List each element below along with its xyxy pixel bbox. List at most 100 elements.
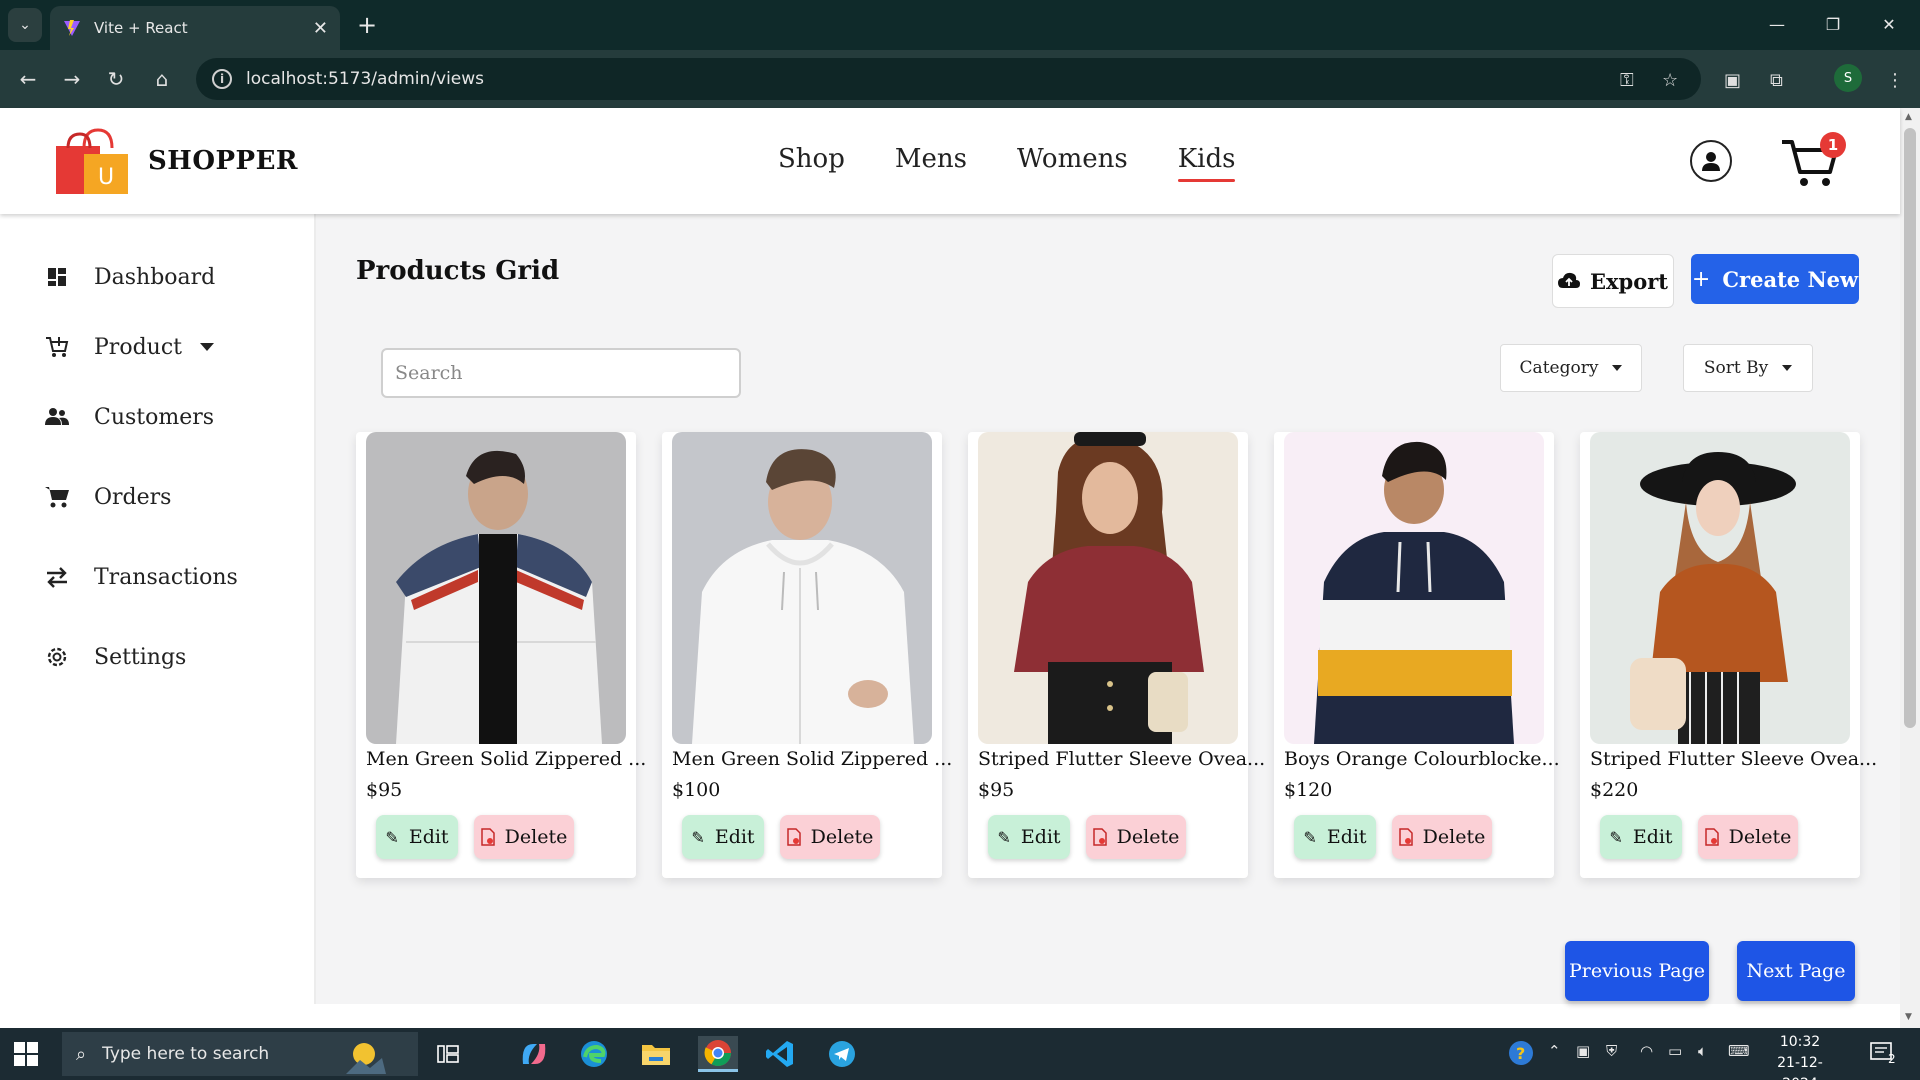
help-icon[interactable]: ? — [1508, 1040, 1534, 1070]
product-name: Men Green Solid Zippered ... — [366, 748, 647, 770]
tab-close-icon[interactable]: ✕ — [313, 18, 328, 39]
windows-start-icon[interactable] — [14, 1042, 38, 1066]
category-label: Category — [1519, 358, 1599, 378]
svg-text:?: ? — [1516, 1044, 1525, 1063]
product-image[interactable] — [1284, 432, 1544, 744]
edit-button[interactable]: ✎ Edit — [376, 815, 458, 859]
next-page-button[interactable]: Next Page — [1737, 941, 1855, 1001]
shopper-logo-icon[interactable]: U — [54, 126, 130, 196]
product-image[interactable] — [1590, 432, 1850, 744]
nav-kids[interactable]: Kids — [1177, 144, 1235, 182]
site-info-icon[interactable]: i — [212, 69, 232, 89]
sort-by-select[interactable]: Sort By — [1683, 344, 1813, 392]
scrollbar-thumb[interactable] — [1904, 128, 1916, 728]
delete-button[interactable]: Delete — [780, 815, 880, 859]
tab-search-dropdown-icon[interactable]: ⌄ — [8, 8, 42, 42]
create-new-button[interactable]: + Create New — [1691, 254, 1859, 304]
product-image[interactable] — [366, 432, 626, 744]
edge-browser-icon[interactable] — [574, 1036, 614, 1072]
sidebar-item-dashboard[interactable]: Dashboard — [42, 262, 215, 292]
keyboard-icon[interactable]: ⌨ — [1728, 1042, 1750, 1060]
sidebar: Dashboard Product Customers Orders Trans… — [0, 214, 316, 1004]
reload-icon[interactable]: ↻ — [100, 63, 132, 95]
product-image[interactable] — [978, 432, 1238, 744]
restore-icon[interactable]: ❐ — [1810, 8, 1856, 40]
delete-label: Delete — [1422, 826, 1486, 848]
product-card: Men Green Solid Zippered ... $95 ✎ Edit … — [356, 432, 647, 878]
edit-label: Edit — [714, 826, 755, 848]
taskbar-clock[interactable]: 10:32 21-12-2024 — [1760, 1032, 1840, 1080]
telegram-icon[interactable] — [822, 1036, 862, 1072]
close-window-icon[interactable]: ✕ — [1866, 8, 1912, 40]
bookmark-star-icon[interactable]: ☆ — [1662, 70, 1678, 91]
vscode-icon[interactable] — [760, 1036, 800, 1072]
sidebar-item-settings[interactable]: Settings — [42, 642, 186, 672]
chrome-icon[interactable] — [698, 1036, 738, 1072]
new-tab-icon[interactable]: + — [352, 10, 382, 40]
file-explorer-icon[interactable] — [636, 1036, 676, 1072]
device-icon[interactable]: ▣ — [1576, 1042, 1590, 1060]
brand-name[interactable]: SHOPPER — [148, 146, 298, 176]
cart-button[interactable]: 1 — [1780, 132, 1846, 190]
cart-count-badge: 1 — [1820, 132, 1846, 158]
delete-button[interactable]: Delete — [1086, 815, 1186, 859]
delete-button[interactable]: Delete — [474, 815, 574, 859]
chevron-down-icon[interactable] — [199, 343, 214, 351]
task-view-icon[interactable] — [428, 1036, 468, 1072]
wifi-icon[interactable]: ◠ — [1640, 1042, 1653, 1060]
forward-icon[interactable]: → — [56, 63, 88, 95]
address-bar[interactable]: i localhost:5173/admin/views — [196, 58, 1701, 100]
notification-center-icon[interactable]: 2 — [1870, 1042, 1896, 1066]
users-icon — [42, 402, 72, 432]
delete-button[interactable]: Delete — [1698, 815, 1798, 859]
previous-page-button[interactable]: Previous Page — [1565, 941, 1709, 1001]
sidebar-item-label: Transactions — [94, 564, 238, 590]
sidebar-item-customers[interactable]: Customers — [42, 402, 214, 432]
delete-file-icon — [1398, 828, 1413, 846]
security-shield-icon[interactable]: ⛨ — [1606, 1042, 1617, 1060]
taskbar-search[interactable]: ⌕ Type here to search — [62, 1032, 418, 1076]
product-card: Boys Orange Colourblocke... $120 ✎ Edit … — [1274, 432, 1560, 878]
extension-tile-icon[interactable]: ▣ — [1724, 70, 1741, 91]
sidebar-item-label: Settings — [94, 644, 187, 670]
product-image[interactable] — [672, 432, 932, 744]
edit-button[interactable]: ✎ Edit — [682, 815, 764, 859]
edit-button[interactable]: ✎ Edit — [1600, 815, 1682, 859]
windows-taskbar: ⌕ Type here to search ? ⌃ ▣ ⛨ ◠ ▭ 🔈︎ ⌨ 1… — [0, 1028, 1920, 1080]
export-button[interactable]: Export — [1552, 254, 1674, 308]
delete-button[interactable]: Delete — [1392, 815, 1492, 859]
sidebar-item-label: Orders — [94, 484, 172, 510]
search-input[interactable] — [381, 348, 741, 398]
edit-label: Edit — [1326, 826, 1367, 848]
volume-icon[interactable]: 🔈︎ — [1698, 1042, 1707, 1060]
nav-shop[interactable]: Shop — [778, 144, 845, 174]
password-key-icon[interactable]: ⚿ — [1620, 70, 1634, 91]
sidebar-item-product[interactable]: Product — [42, 332, 214, 362]
back-icon[interactable]: ← — [12, 63, 44, 95]
nav-mens[interactable]: Mens — [895, 144, 967, 174]
sidebar-item-transactions[interactable]: Transactions — [42, 562, 238, 592]
scroll-down-icon[interactable]: ▼ — [1905, 1012, 1912, 1022]
profile-avatar[interactable]: S — [1834, 64, 1862, 92]
export-label: Export — [1590, 268, 1668, 294]
sidebar-item-label: Product — [94, 334, 182, 360]
page-scrollbar[interactable]: ▲ ▼ — [1900, 108, 1920, 1028]
edit-button[interactable]: ✎ Edit — [1294, 815, 1376, 859]
user-account-button[interactable] — [1690, 140, 1732, 182]
app-header: U SHOPPER Shop Mens Womens Kids 1 — [0, 108, 1900, 214]
browser-tab[interactable]: Vite + React ✕ — [50, 6, 340, 50]
product-price: $100 — [672, 779, 721, 801]
home-icon[interactable]: ⌂ — [146, 63, 178, 95]
clock-time: 10:32 — [1779, 1034, 1821, 1050]
extensions-puzzle-icon[interactable]: ⧉ — [1770, 70, 1783, 91]
battery-icon[interactable]: ▭ — [1668, 1042, 1682, 1060]
scroll-up-icon[interactable]: ▲ — [1905, 112, 1912, 122]
nav-womens[interactable]: Womens — [1017, 144, 1128, 174]
edit-button[interactable]: ✎ Edit — [988, 815, 1070, 859]
minimize-icon[interactable]: — — [1754, 8, 1800, 40]
category-select[interactable]: Category — [1500, 344, 1642, 392]
copilot-icon[interactable] — [514, 1036, 554, 1072]
browser-menu-icon[interactable]: ⋮ — [1886, 70, 1904, 91]
tray-overflow-chevron-icon[interactable]: ⌃ — [1548, 1042, 1561, 1060]
sidebar-item-orders[interactable]: Orders — [42, 482, 171, 512]
